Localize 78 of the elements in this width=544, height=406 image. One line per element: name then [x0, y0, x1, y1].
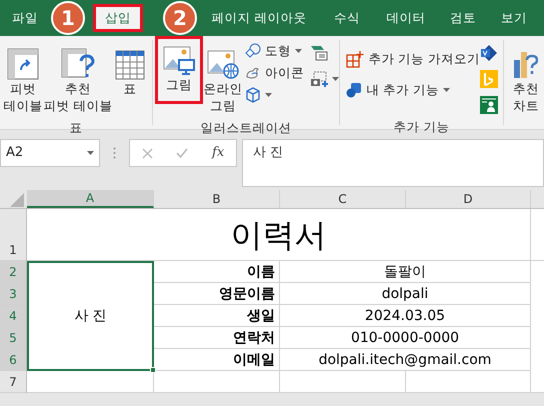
dropdown-caret-icon — [264, 93, 272, 97]
shapes-icon — [244, 43, 261, 59]
column-header[interactable]: A — [27, 190, 154, 208]
column-header[interactable]: D — [406, 190, 531, 208]
dropdown-caret-icon — [87, 151, 94, 155]
grid-plus-icon — [346, 50, 364, 68]
ribbon-large-button[interactable]: 그림 — [154, 36, 203, 104]
ribbon-small-button[interactable]: 추가 기능 가져오기 — [346, 48, 480, 70]
ribbon-tab[interactable]: 삽입 — [93, 4, 143, 32]
dropdown-caret-icon — [294, 49, 302, 53]
picture-monitor-icon — [162, 46, 195, 76]
column-header[interactable]: C — [280, 190, 406, 208]
field-value-cell: dolpali.itech@gmail.com — [280, 349, 531, 370]
field-label-cell: 연락처 — [154, 327, 280, 348]
group-title: 추가 기능 — [394, 118, 450, 136]
animal-icon — [244, 65, 261, 81]
smartart-icon — [310, 45, 328, 61]
row-header[interactable]: 5 — [0, 327, 26, 349]
formula-input[interactable]: 사 진 — [242, 139, 544, 187]
row-header[interactable]: 2 — [0, 261, 26, 283]
row-header[interactable]: 7 — [0, 371, 26, 393]
ribbon-large-button[interactable]: 온라인 그림 — [202, 40, 243, 119]
picture-globe-icon — [206, 50, 239, 80]
addin-shape-icon — [346, 82, 362, 98]
fill-handle[interactable] — [150, 367, 156, 373]
name-box[interactable]: A2 — [0, 139, 100, 167]
field-label-cell: 생일 — [154, 305, 280, 326]
visio-icon — [480, 44, 498, 62]
button-label: 테이블 — [4, 97, 42, 114]
field-label-cell: 이메일 — [154, 349, 280, 370]
button-label: 추천 — [512, 80, 539, 97]
button-label: 추천 — [65, 80, 91, 97]
ribbon-tab[interactable]: 보기 — [489, 4, 539, 32]
field-label-cell: 이름 — [154, 261, 280, 282]
dropdown-caret-icon — [332, 77, 339, 81]
bing-icon — [480, 70, 498, 88]
ribbon-tab[interactable]: 검토 — [437, 4, 489, 32]
pivot-table-icon — [7, 48, 39, 80]
ribbon-small-button[interactable]: 아이콘 — [244, 62, 304, 84]
photo-cell: 사 진 — [27, 261, 154, 371]
camera-plus-icon — [310, 71, 330, 87]
field-value-cell: 2024.03.05 — [280, 305, 531, 326]
table-question-icon — [61, 48, 95, 80]
group-title: 표 — [69, 119, 82, 137]
ribbon-small-button[interactable]: 도형 — [244, 40, 304, 62]
column-header[interactable]: B — [154, 190, 280, 208]
button-label: 표 — [124, 80, 136, 97]
ribbon-tab[interactable]: 데이터 — [375, 4, 437, 32]
dropdown-caret-icon — [443, 88, 450, 92]
insert-function-button[interactable]: fx — [212, 143, 224, 163]
ribbon-large-button[interactable]: 추천 피벗 테이블 — [45, 40, 111, 119]
button-label: 피벗 테이블 — [44, 97, 112, 114]
person-chart-icon — [480, 96, 498, 114]
button-label: 차트 — [512, 97, 539, 114]
title-cell: 이력서 — [27, 209, 531, 260]
table-icon — [115, 50, 145, 80]
row-header[interactable]: 6 — [0, 349, 26, 371]
ribbon-tab[interactable]: 수식 — [319, 4, 375, 32]
ribbon-large-button[interactable]: 피벗 테이블 — [1, 40, 45, 119]
button-label: 그림 — [166, 76, 192, 93]
field-value-cell: 돌팔이 — [280, 261, 531, 282]
ribbon-small-button[interactable]: 내 추가 기능 — [346, 79, 480, 101]
field-value-cell: 010-0000-0000 — [280, 327, 531, 348]
cube-icon — [244, 87, 261, 103]
field-value-cell: dolpali — [280, 283, 531, 304]
group-title: 일러스트레이션 — [200, 119, 292, 137]
row-header[interactable]: 4 — [0, 305, 26, 327]
row-header[interactable]: 3 — [0, 283, 26, 305]
button-label: 그림 — [210, 97, 236, 114]
ribbon-tab[interactable]: 파일 — [2, 4, 48, 32]
button-label: 피벗 — [10, 80, 36, 97]
field-label-cell: 영문이름 — [154, 283, 280, 304]
vertical-dots-icon — [113, 147, 116, 159]
button-label: 온라인 — [203, 80, 242, 97]
check-icon[interactable] — [176, 148, 188, 158]
ribbon-tab[interactable]: 페이지 레이아웃 — [199, 4, 319, 32]
ribbon-large-button[interactable]: 추천 차트 — [508, 40, 544, 119]
ribbon-large-button[interactable]: 표 — [111, 40, 149, 119]
